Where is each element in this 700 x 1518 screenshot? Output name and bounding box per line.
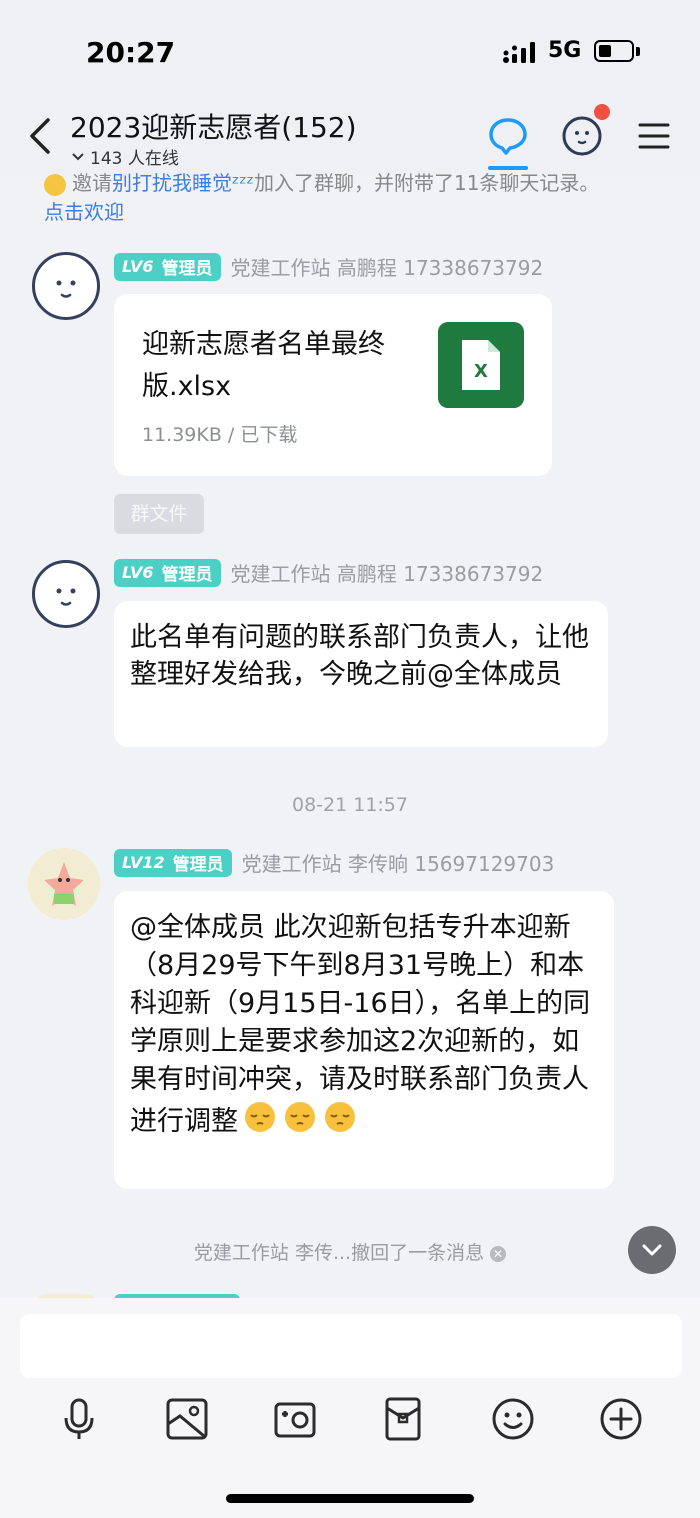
level-badge: LV6 管理员 [114, 252, 221, 281]
notice-prefix: 邀请 [72, 171, 112, 195]
role-text: 管理员 [161, 565, 213, 585]
message-input[interactable] [20, 1314, 682, 1378]
level-text: LV6 [122, 257, 154, 276]
excel-file-icon: X [438, 322, 524, 408]
battery-fill [599, 45, 611, 57]
level-text: LV12 [122, 853, 165, 872]
zzz-icon: ᶻᶻᶻ [232, 171, 254, 195]
text-message[interactable]: 此名单有问题的联系部门负责人，让他整理好发给我，今晚之前@全体成员 [114, 601, 608, 747]
network-label: 5G [548, 38, 582, 63]
emoji-icon [242, 1099, 360, 1146]
close-icon[interactable]: ✕ [490, 1245, 507, 1262]
inviter-name[interactable]: 别打扰我睡觉 [112, 171, 232, 195]
signal-icon [503, 42, 535, 63]
menu-icon[interactable] [630, 112, 678, 160]
file-message[interactable]: 迎新志愿者名单最终版.xlsx 11.39KB / 已下载 X [114, 294, 552, 476]
message-text: 此名单有问题的联系部门负责人，让他整理好发给我，今晚之前@全体成员 [130, 622, 589, 690]
status-time: 20:27 [86, 36, 176, 69]
image-icon[interactable] [162, 1394, 212, 1444]
emoji-icon[interactable] [488, 1394, 538, 1444]
text-message[interactable]: @全体成员 此次迎新包括专升本迎新（8月29号下午到8月31号晚上）和本科迎新（… [114, 891, 614, 1189]
file-name: 迎新志愿者名单最终版.xlsx [142, 329, 385, 402]
battery-icon [594, 40, 634, 62]
home-indicator[interactable] [226, 1494, 474, 1503]
sender-name[interactable]: 党建工作站 高鹏程 17338673792 [231, 558, 544, 587]
chevron-down-icon [642, 1244, 662, 1256]
sender-meta: LV6 管理员 党建工作站 高鹏程 17338673792 [114, 252, 543, 281]
sender-name[interactable]: 党建工作站 李传晌 15697129703 [242, 848, 555, 877]
battery-tip [636, 47, 640, 56]
avatar[interactable] [32, 560, 100, 628]
level-badge: LV6 管理员 [114, 558, 221, 587]
red-packet-icon[interactable] [378, 1394, 428, 1444]
sender-meta: LV12 管理员 党建工作站 李传晌 15697129703 [114, 848, 554, 877]
message-text: @全体成员 此次迎新包括专升本迎新（8月29号下午到8月31号晚上）和本科迎新（… [130, 909, 598, 1146]
file-size: 11.39KB [142, 424, 222, 446]
sender-name[interactable]: 党建工作站 高鹏程 17338673792 [231, 252, 544, 281]
role-text: 管理员 [161, 259, 213, 279]
chat-bubble-icon[interactable] [484, 112, 532, 160]
message-timestamp: 08-21 11:57 [291, 794, 408, 816]
sender-meta: LV6 管理员 党建工作站 高鹏程 17338673792 [114, 558, 543, 587]
excel-label: X [474, 361, 488, 382]
recall-text: 党建工作站 李传...撤回了一条消息 [193, 1242, 485, 1264]
system-notice: 邀请别打扰我睡觉ᶻᶻᶻ加入了群聊，并附带了11条聊天记录。 [44, 170, 664, 196]
notice-suffix: 加入了群聊，并附带了11条聊天记录。 [253, 171, 600, 195]
plus-icon[interactable] [596, 1394, 646, 1444]
notification-dot [594, 104, 610, 120]
smiley-avatar-icon [56, 280, 76, 298]
starfish-avatar-icon [28, 848, 100, 920]
emoji-icon [44, 173, 66, 196]
microphone-icon[interactable] [54, 1394, 104, 1444]
status-bar: 20:27 5G [0, 0, 700, 100]
composer [0, 1298, 700, 1518]
online-count-text: 143 人在线 [90, 149, 179, 169]
scroll-down-button[interactable] [628, 1226, 676, 1274]
smiley-avatar-icon [56, 588, 76, 606]
camera-icon[interactable] [270, 1394, 320, 1444]
group-files-tag[interactable]: 群文件 [114, 494, 204, 534]
level-text: LV6 [122, 563, 154, 582]
welcome-link[interactable]: 点击欢迎 [44, 196, 124, 225]
role-text: 管理员 [172, 855, 224, 875]
file-status: 已下载 [240, 424, 298, 446]
group-title[interactable]: 2023迎新志愿者(152) [70, 106, 357, 146]
online-count[interactable]: 143 人在线 [72, 144, 179, 169]
back-arrow-icon[interactable] [22, 110, 58, 162]
file-meta: 11.39KB / 已下载 [142, 424, 298, 446]
level-badge: LV12 管理员 [114, 848, 232, 877]
chevron-down-icon [72, 152, 84, 160]
avatar[interactable] [28, 848, 100, 920]
message-body: @全体成员 此次迎新包括专升本迎新（8月29号下午到8月31号晚上）和本科迎新（… [130, 912, 591, 1137]
avatar[interactable] [32, 252, 100, 320]
recall-notice: 党建工作站 李传...撤回了一条消息 ✕ [0, 1238, 700, 1265]
